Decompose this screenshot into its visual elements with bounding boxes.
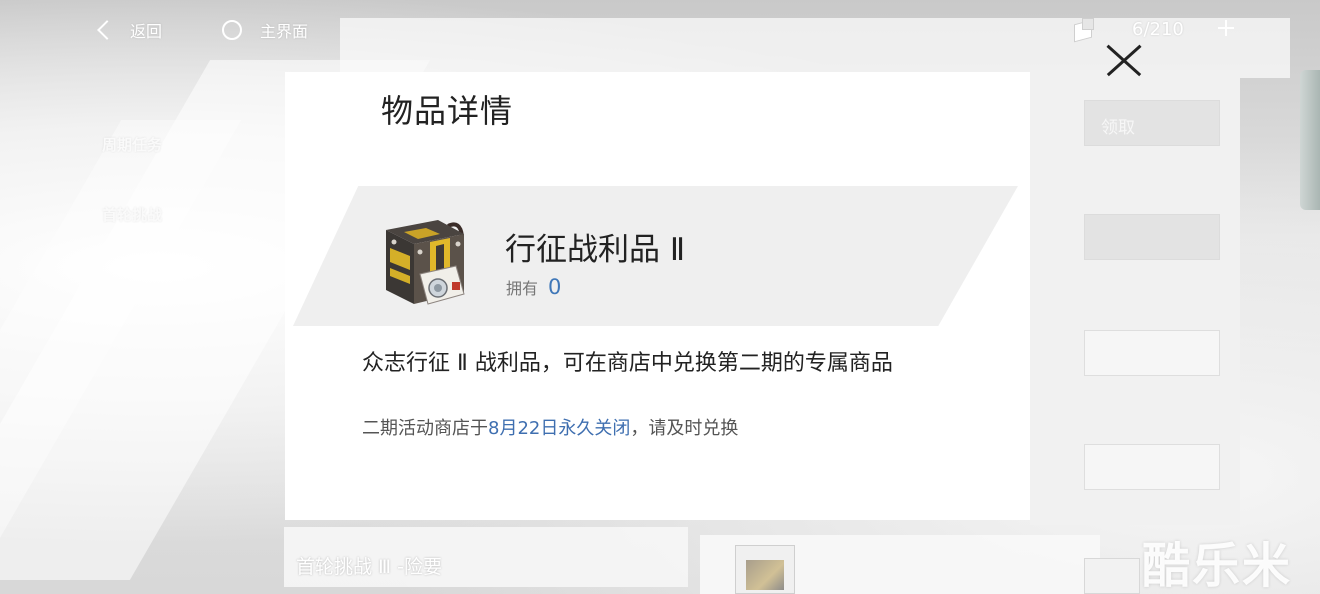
owned-value: 0 <box>548 275 562 299</box>
add-resource-button[interactable] <box>1216 18 1236 38</box>
task-slot[interactable] <box>1084 214 1220 260</box>
back-button[interactable]: 返回 <box>94 16 162 44</box>
side-tab-periodic-tasks[interactable]: 周期任务 <box>102 134 162 155</box>
chevron-left-icon <box>97 20 117 40</box>
side-tab-first-challenge[interactable]: 首轮挑战 <box>102 204 162 225</box>
claim-button[interactable]: 领取 <box>1084 100 1220 146</box>
item-detail-dialog: 物品详情 行征战利品 Ⅱ 拥有 0 众志行征 Ⅱ 战利品，可在商店中兑换第二期的… <box>285 72 1030 520</box>
task-slot[interactable] <box>1084 444 1220 490</box>
item-name: 行征战利品 Ⅱ <box>505 232 686 268</box>
notice-suffix: ，请及时兑换 <box>630 418 739 439</box>
loot-crate-icon <box>386 220 465 305</box>
home-circle-icon <box>222 20 242 40</box>
back-label: 返回 <box>130 22 163 41</box>
shop-close-notice: 二期活动商店于8月22日永久关闭，请及时兑换 <box>362 414 738 440</box>
resource-count: 6/210 <box>1132 18 1184 40</box>
owned-label: 拥有 <box>506 279 539 298</box>
owned-count: 拥有 0 <box>506 275 561 299</box>
notice-highlight-date: 8月22日永久关闭 <box>488 418 631 439</box>
watermark-logo: 酷乐米 <box>1142 538 1293 594</box>
side-handle <box>1300 70 1320 210</box>
reward-thumbnail <box>735 545 795 594</box>
notice-prefix: 二期活动商店于 <box>362 418 488 439</box>
cube-icon <box>1072 18 1094 40</box>
loot-crate-icon <box>746 560 784 590</box>
home-label: 主界面 <box>260 22 309 41</box>
home-button[interactable]: 主界面 <box>222 16 308 44</box>
task-slot[interactable] <box>1084 330 1220 376</box>
bottom-card-title: 首轮挑战 Ⅲ -险要 <box>296 556 443 578</box>
item-description: 众志行征 Ⅱ 战利品，可在商店中兑换第二期的专属商品 <box>362 351 893 376</box>
dialog-title: 物品详情 <box>381 92 514 130</box>
claim-button-label: 领取 <box>1101 118 1135 138</box>
close-button[interactable] <box>1100 40 1146 80</box>
bottom-action-button[interactable] <box>1084 558 1140 594</box>
